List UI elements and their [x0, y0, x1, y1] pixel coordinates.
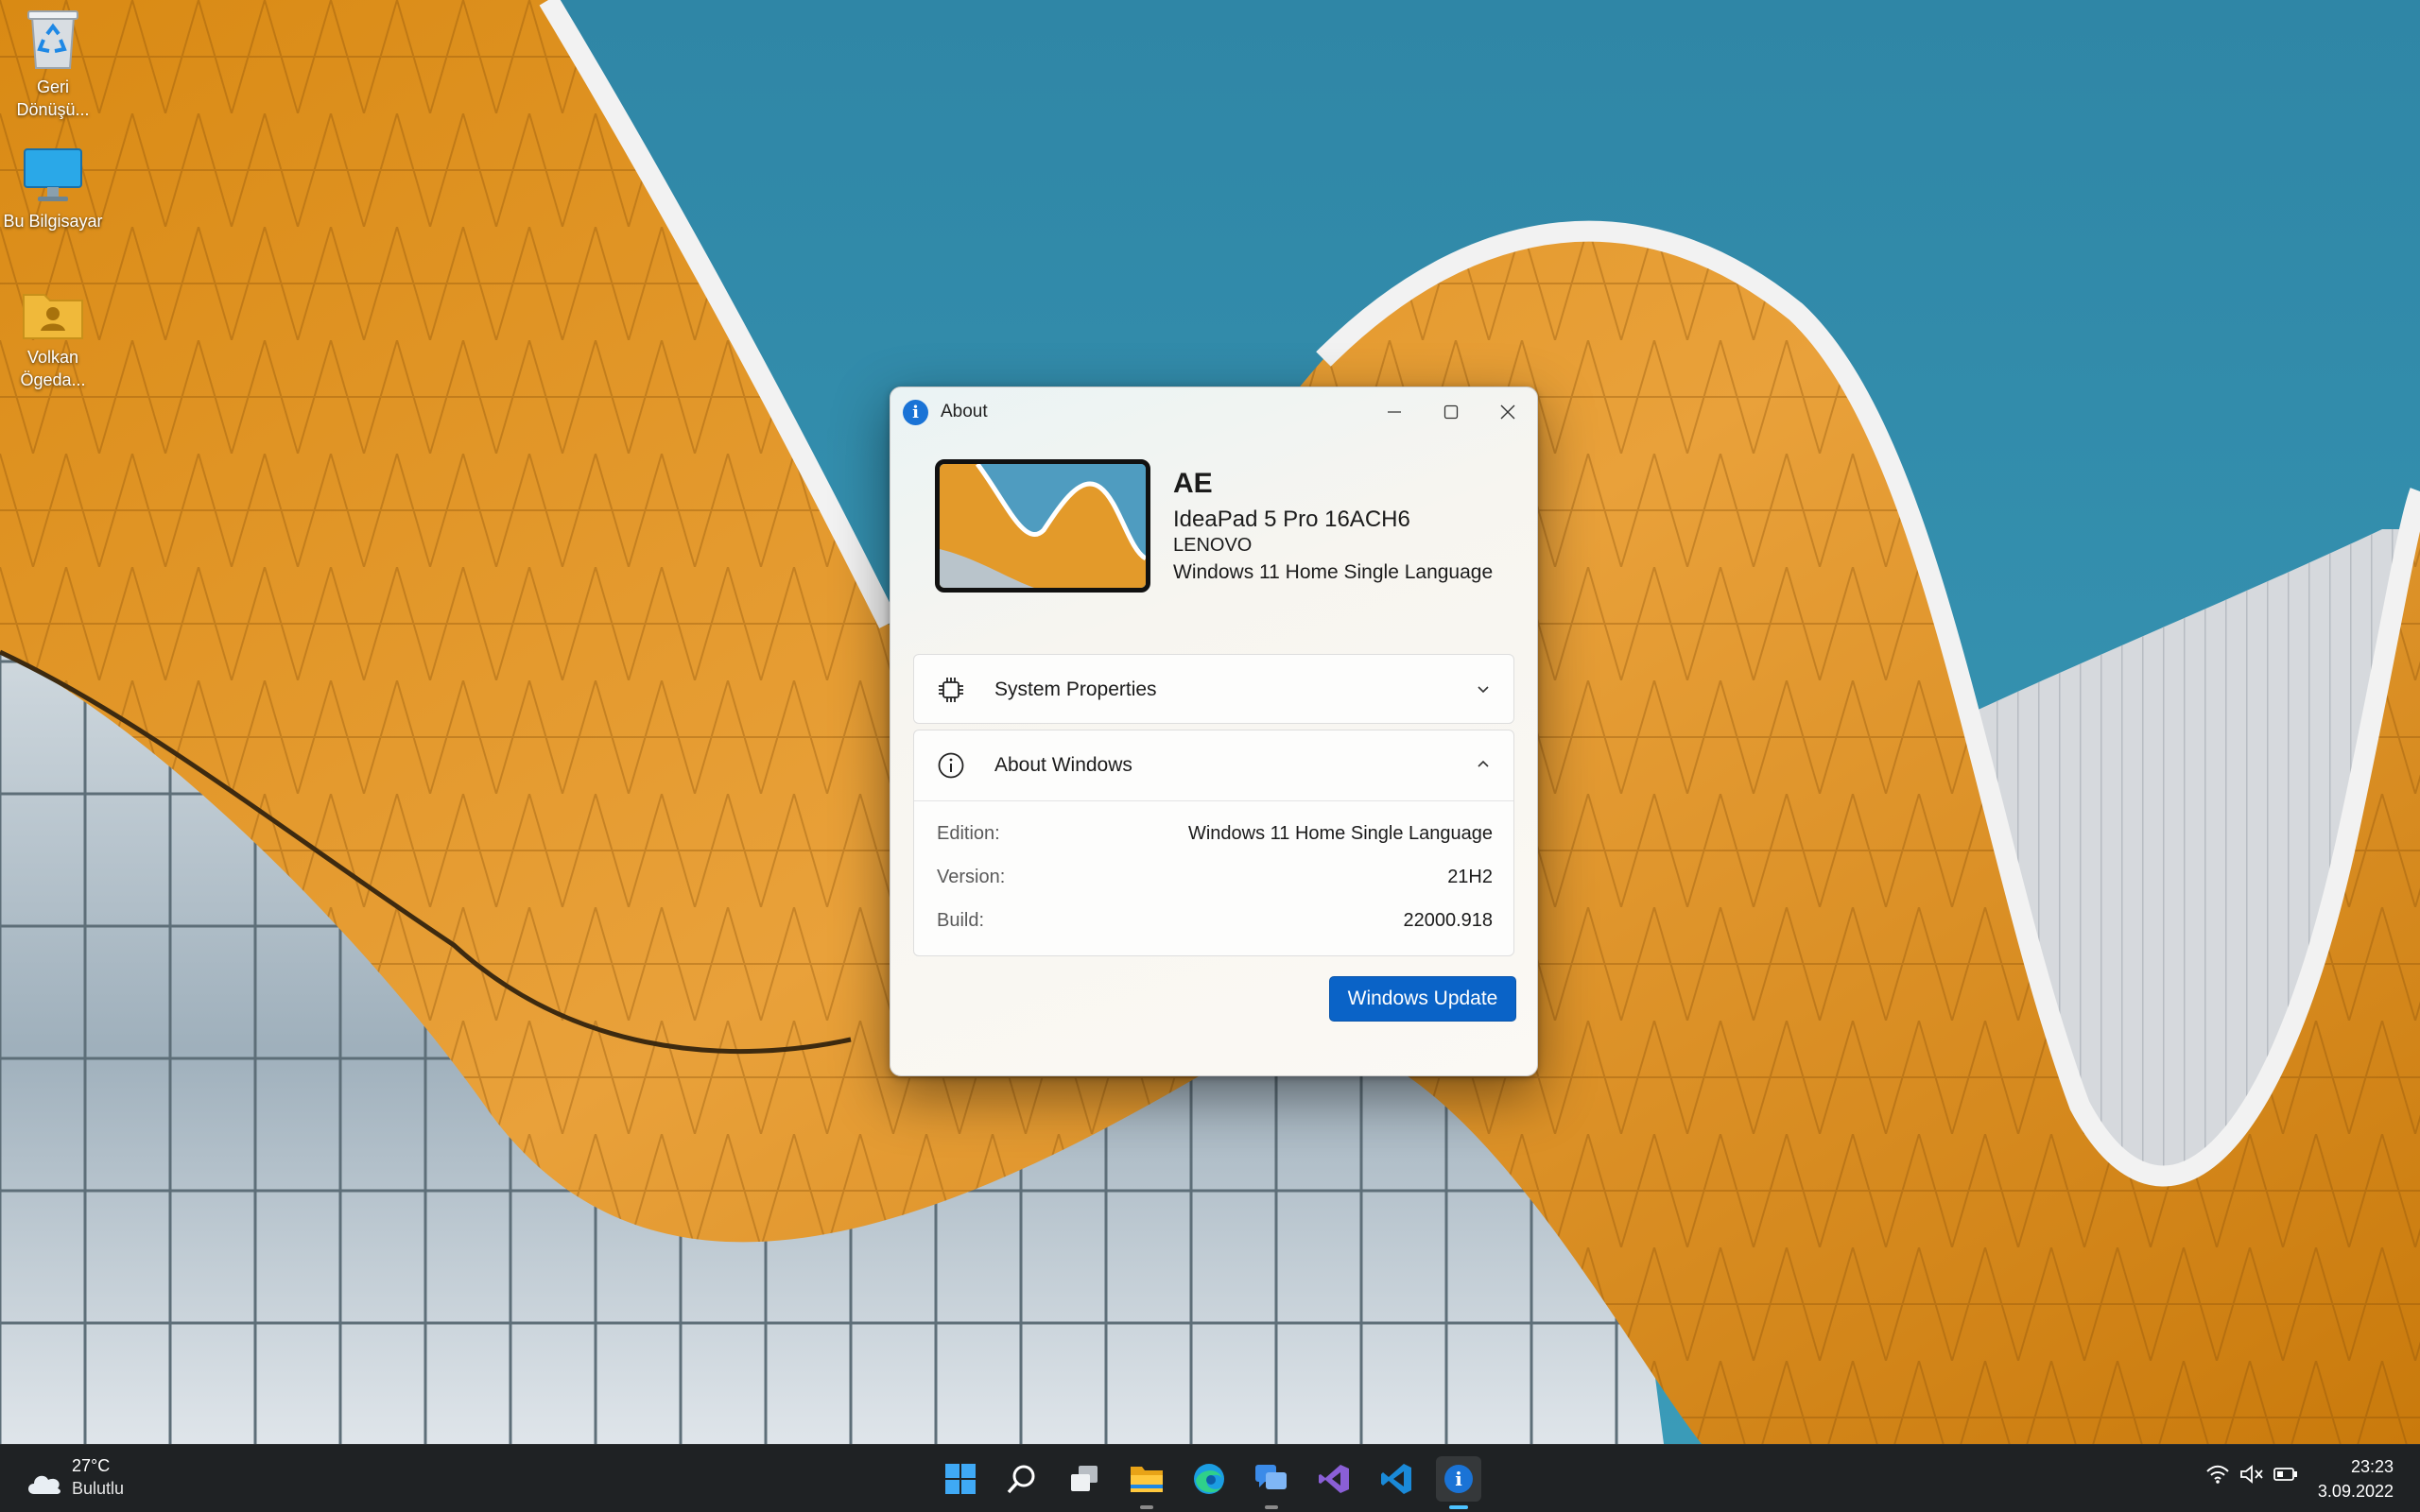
vscode-icon [1381, 1464, 1411, 1494]
file-explorer-button[interactable] [1124, 1456, 1169, 1509]
start-button[interactable] [938, 1456, 983, 1502]
weather-condition: Bulutlu [72, 1479, 125, 1498]
wallpaper-thumbnail-image [940, 464, 1146, 588]
recycle-bin-icon [27, 10, 78, 69]
running-indicator [1140, 1505, 1153, 1509]
desktop-icon-this-pc[interactable]: Bu Bilgisayar [0, 147, 106, 232]
close-icon [1500, 404, 1515, 420]
task-view-button[interactable] [1062, 1456, 1107, 1502]
chevron-up-icon [1478, 760, 1489, 767]
edge-icon [1194, 1464, 1224, 1494]
close-button[interactable] [1480, 393, 1535, 431]
maximize-button[interactable] [1424, 393, 1478, 431]
window-title: About [941, 402, 988, 421]
chevron-down-icon [1478, 686, 1489, 694]
device-wallpaper-thumbnail [935, 459, 1150, 593]
info-app-icon: i [903, 400, 928, 425]
weather-temperature: 27°C [72, 1456, 111, 1475]
build-value: 22000.918 [1403, 910, 1493, 931]
battery-icon[interactable] [2273, 1464, 2298, 1485]
desktop-icon-recycle-bin[interactable]: Geri Dönüşü... [0, 8, 106, 121]
maximize-icon [1443, 404, 1459, 420]
version-row: Version: 21H2 [937, 867, 1493, 895]
device-os: Windows 11 Home Single Language [1173, 561, 1494, 583]
version-value: 21H2 [1447, 867, 1493, 887]
visual-studio-button[interactable] [1311, 1456, 1357, 1502]
device-manufacturer: LENOVO [1173, 535, 1253, 556]
desktop-icon-label: Volkan Ögeda... [20, 348, 86, 389]
edition-row: Edition: Windows 11 Home Single Language [937, 823, 1493, 851]
search-button[interactable] [999, 1456, 1045, 1502]
taskbar: 27°C Bulutlu i 23:23 3.09.2022 [0, 1444, 2420, 1512]
minimize-icon [1388, 411, 1401, 413]
task-view-icon [1071, 1466, 1098, 1491]
version-key: Version: [937, 867, 1006, 887]
this-pc-icon [24, 148, 82, 201]
about-windows-label: About Windows [994, 754, 1132, 776]
about-app-icon: i [1444, 1465, 1473, 1493]
cloud-icon [28, 1475, 60, 1494]
about-app-taskbar-button[interactable]: i [1436, 1456, 1481, 1509]
clock-date: 3.09.2022 [2317, 1482, 2394, 1501]
minimize-button[interactable] [1367, 393, 1422, 431]
desktop-icon-label: Geri Dönüşü... [16, 77, 90, 119]
system-properties-header[interactable]: System Properties [914, 655, 1513, 725]
clock[interactable]: 23:23 3.09.2022 [2318, 1454, 2394, 1503]
info-icon [938, 752, 964, 779]
edition-key: Edition: [937, 823, 1000, 844]
visual-studio-icon [1319, 1465, 1349, 1493]
processor-icon [939, 678, 963, 702]
system-properties-label: System Properties [994, 679, 1157, 700]
file-explorer-icon [1131, 1467, 1163, 1492]
user-folder-icon [23, 294, 83, 339]
windows-update-button[interactable]: Windows Update [1329, 976, 1516, 1022]
volume-muted-icon[interactable] [2239, 1464, 2264, 1485]
wifi-icon[interactable] [2205, 1464, 2230, 1485]
chat-icon [1255, 1465, 1287, 1489]
desktop-icon-label: Bu Bilgisayar [3, 212, 103, 231]
device-name: AE [1173, 468, 1213, 499]
clock-time: 23:23 [2350, 1457, 2394, 1476]
divider [914, 800, 1513, 801]
chat-button[interactable] [1249, 1456, 1294, 1509]
title-bar[interactable]: i About [890, 387, 1537, 437]
search-icon [1007, 1465, 1035, 1494]
about-windows-header[interactable]: About Windows [914, 730, 1513, 800]
running-indicator [1265, 1505, 1278, 1509]
edge-button[interactable] [1186, 1456, 1232, 1502]
build-key: Build: [937, 910, 985, 931]
desktop-icon-user-folder[interactable]: Volkan Ögeda... [0, 287, 106, 391]
build-row: Build: 22000.918 [937, 910, 1493, 938]
vscode-button[interactable] [1374, 1456, 1419, 1502]
system-properties-expander[interactable]: System Properties [913, 654, 1514, 724]
about-windows-expander: About Windows Edition: Windows 11 Home S… [913, 730, 1514, 956]
about-window: i About AE IdeaPad 5 Pro 16ACH6 LENOVO W… [890, 387, 1538, 1076]
edition-value: Windows 11 Home Single Language [1187, 823, 1493, 844]
active-indicator [1449, 1505, 1468, 1509]
start-icon [945, 1464, 976, 1494]
device-model: IdeaPad 5 Pro 16ACH6 [1173, 507, 1410, 532]
